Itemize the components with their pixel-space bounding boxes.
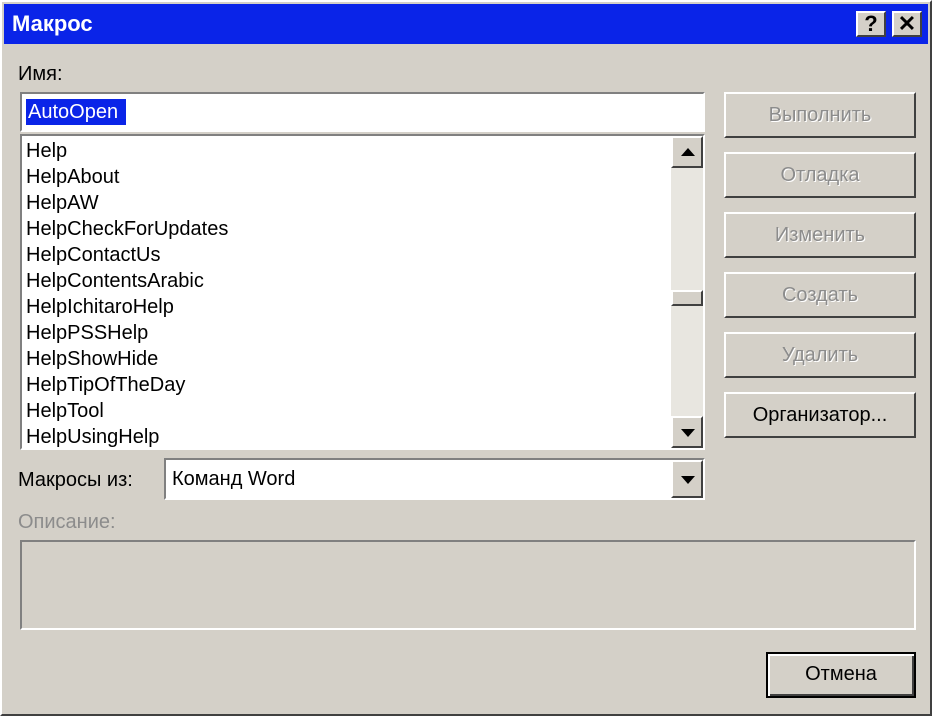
name-label: Имя: <box>18 63 63 85</box>
list-item[interactable]: HelpUsingHelp <box>26 424 666 448</box>
macros-from-label: Макросы из: <box>18 469 133 491</box>
macro-list[interactable]: Help HelpAbout HelpAW HelpCheckForUpdates He… <box>20 134 705 450</box>
description-box <box>20 540 916 630</box>
window-title: Макрос <box>12 11 93 36</box>
arrow-up-icon <box>681 148 695 156</box>
scroll-thumb[interactable] <box>671 290 703 306</box>
list-item[interactable]: HelpPSSHelp <box>26 320 666 346</box>
list-item[interactable]: HelpAbout <box>26 164 666 190</box>
run-button[interactable]: Выполнить <box>724 92 916 138</box>
step-into-button[interactable]: Отладка <box>724 152 916 198</box>
list-item[interactable]: HelpTipOfTheDay <box>26 372 666 398</box>
list-item[interactable]: HelpAW <box>26 190 666 216</box>
list-item[interactable]: HelpContentsArabic <box>26 268 666 294</box>
help-icon: ? <box>864 11 878 36</box>
dropdown-button[interactable] <box>671 460 703 498</box>
macro-list-items: Help HelpAbout HelpAW HelpCheckForUpdates He… <box>26 138 666 448</box>
list-item[interactable]: HelpCheckForUpdates <box>26 216 666 242</box>
chevron-down-icon <box>681 476 695 484</box>
list-scrollbar[interactable] <box>671 136 703 448</box>
macro-dialog: Макрос ? ✕ Имя: HelpHelpAboutHelpAWHelpC… <box>0 0 932 716</box>
close-icon: ✕ <box>897 11 917 36</box>
macro-name-input[interactable] <box>26 99 126 125</box>
scroll-down-button[interactable] <box>671 416 703 448</box>
help-button[interactable]: ? <box>856 11 886 37</box>
organizer-button[interactable]: Организатор... <box>724 392 916 438</box>
list-item[interactable]: HelpTool <box>26 398 666 424</box>
cancel-button[interactable]: Отмена <box>766 652 916 698</box>
create-button[interactable]: Создать <box>724 272 916 318</box>
list-item[interactable]: HelpShowHide <box>26 346 666 372</box>
arrow-down-icon <box>681 429 695 437</box>
list-item[interactable]: HelpContactUs <box>26 242 666 268</box>
name-field[interactable] <box>20 92 705 132</box>
list-item[interactable]: Help <box>26 138 666 164</box>
edit-button[interactable]: Изменить <box>724 212 916 258</box>
scroll-up-button[interactable] <box>671 136 703 168</box>
title-bar[interactable]: Макрос ? ✕ <box>4 4 928 44</box>
description-label: Описание: <box>18 511 116 533</box>
macros-from-value: Команд Word <box>172 468 296 490</box>
macros-from-select[interactable]: Команд Word <box>164 458 705 500</box>
list-item[interactable]: HelpIchitaroHelp <box>26 294 666 320</box>
close-button[interactable]: ✕ <box>892 11 922 37</box>
delete-button[interactable]: Удалить <box>724 332 916 378</box>
